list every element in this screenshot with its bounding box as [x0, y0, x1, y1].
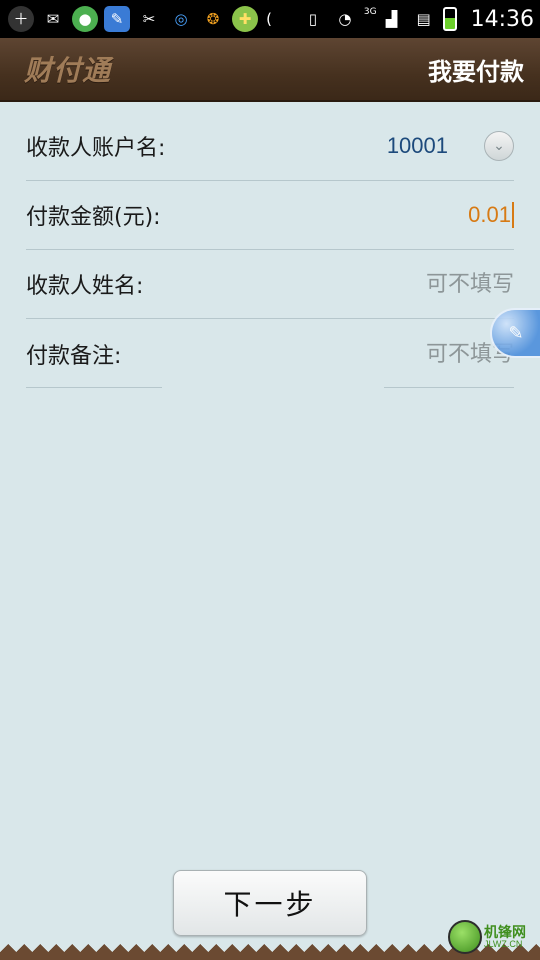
amount-label: 付款金额(元): — [26, 205, 161, 230]
watermark-en: JLWZ.CN — [484, 938, 523, 949]
payee-name-row: 收款人姓名: — [26, 250, 514, 319]
notification-icons: ＋ ✉ ● ✎ ✂ ◎ ❂ ✚ ( — [8, 6, 274, 32]
add-icon: ＋ — [8, 6, 34, 32]
tool-icon: ✎ — [104, 6, 130, 32]
store-icon: ✚ — [232, 6, 258, 32]
payment-form: 收款人账户名: 10001 ⌄ 付款金额(元): 收款人姓名: 付款备注: — [26, 112, 514, 388]
divider — [26, 387, 162, 388]
amount-input[interactable] — [314, 202, 514, 228]
account-label: 收款人账户名: — [26, 136, 166, 161]
mail-icon: ✉ — [46, 9, 60, 28]
sd-icon: ▤ — [416, 9, 431, 28]
chevron-down-icon[interactable]: ⌄ — [484, 131, 514, 161]
note-row: 付款备注: — [26, 319, 514, 388]
page-title: 我要付款 — [428, 57, 524, 86]
status-bar: ＋ ✉ ● ✎ ✂ ◎ ❂ ✚ ( ▯ ◔ 3G ▟ ▤ 14:36 — [0, 0, 540, 38]
system-icons: ▯ ◔ 3G ▟ ▤ 14:36 — [300, 6, 534, 32]
account-value-group[interactable]: 10001 ⌄ — [387, 131, 514, 161]
payee-name-label: 收款人姓名: — [26, 274, 144, 299]
watermark-text: 机锋网 JLWZ.CN — [484, 926, 526, 949]
android-logo-icon — [448, 920, 482, 954]
note-input[interactable] — [314, 340, 514, 367]
payee-name-input[interactable] — [314, 271, 514, 297]
header-bar: 财付通 我要付款 — [0, 38, 540, 102]
browser-icon: ❂ — [206, 9, 220, 28]
note-label: 付款备注: — [26, 343, 122, 369]
clean-icon: ✂ — [142, 9, 156, 28]
chat-icon: ◎ — [174, 9, 188, 28]
signal-icon: ▟ — [385, 9, 398, 28]
divider — [384, 387, 514, 388]
watermark-cn: 机锋网 — [484, 924, 526, 941]
phone-icon: ▯ — [308, 9, 318, 28]
more-icon: ( — [266, 9, 272, 28]
app-logo: 财付通 — [24, 54, 112, 87]
watermark: 机锋网 JLWZ.CN — [448, 914, 540, 960]
app-icon: ● — [72, 6, 98, 32]
network-type: 3G — [363, 7, 377, 17]
clock: 14:36 — [470, 6, 534, 32]
next-step-button[interactable]: 下一步 — [173, 870, 367, 936]
amount-row: 付款金额(元): — [26, 181, 514, 250]
battery-icon — [442, 7, 457, 31]
account-value[interactable]: 10001 — [387, 133, 448, 159]
floating-assistant-icon[interactable]: ✎ — [490, 308, 540, 358]
account-row[interactable]: 收款人账户名: 10001 ⌄ — [26, 112, 514, 181]
wifi-icon: ◔ — [338, 9, 352, 28]
